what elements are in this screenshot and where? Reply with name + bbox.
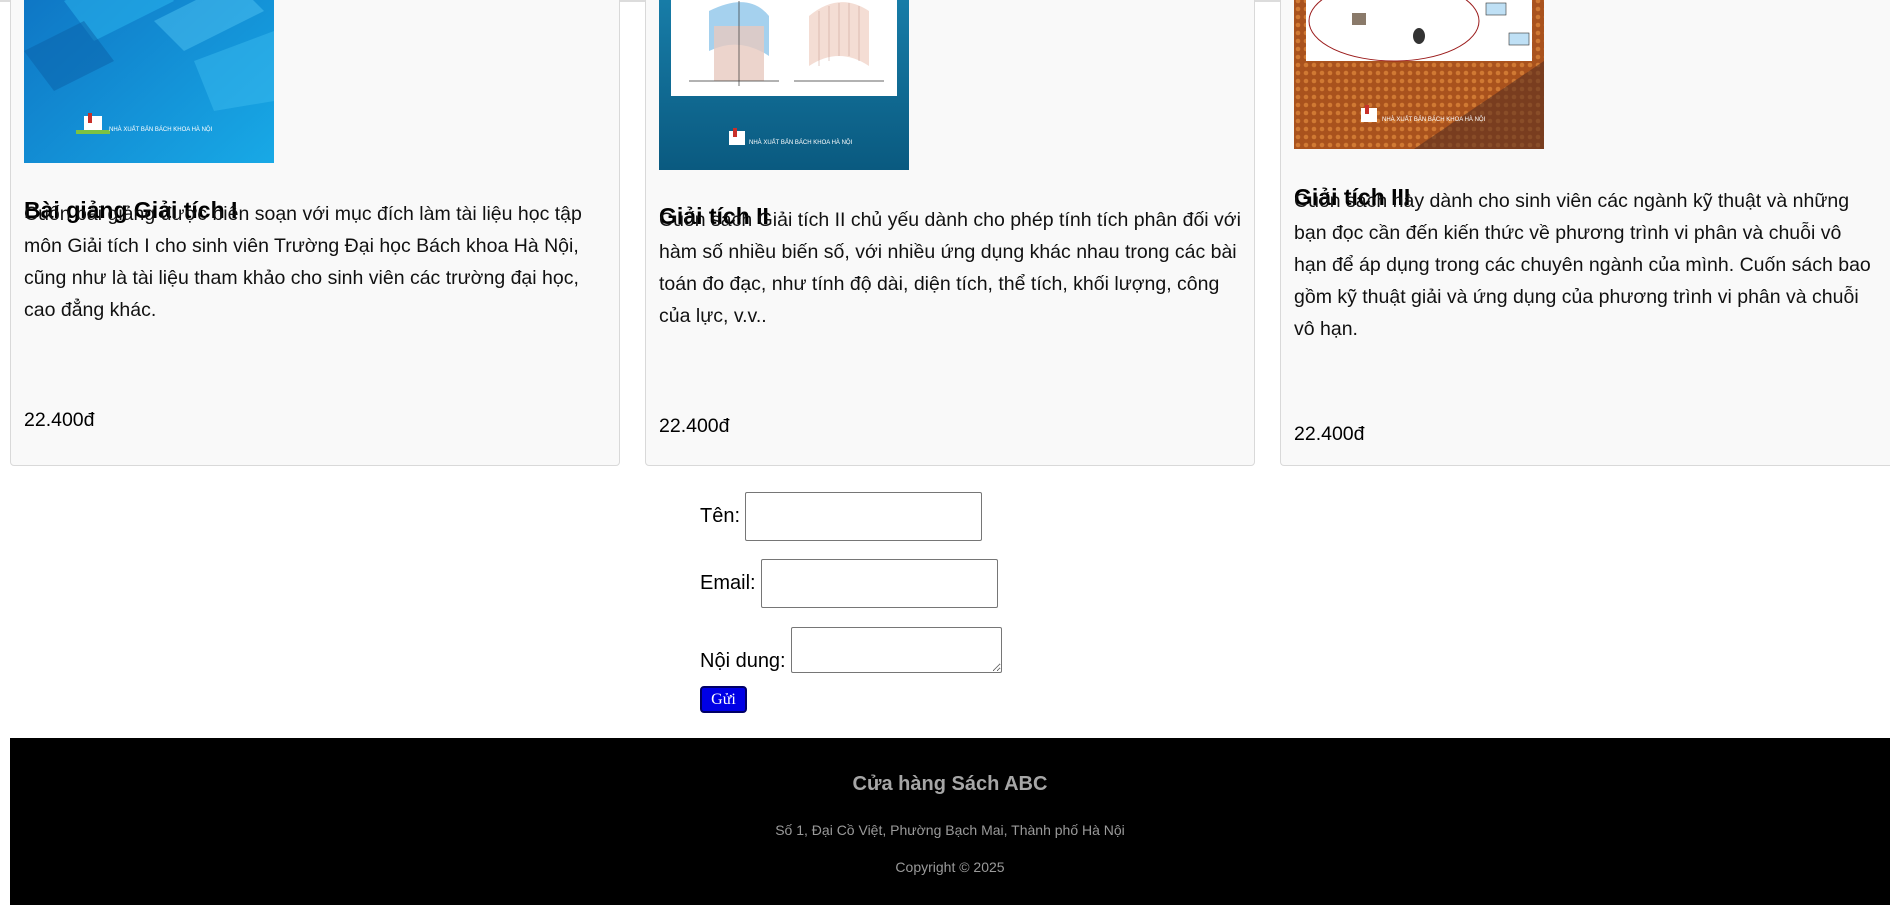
product-price: 22.400đ <box>1294 423 1365 445</box>
name-label: Tên: <box>700 505 741 527</box>
publisher-text: NHÀ XUẤT BẢN BÁCH KHOA HÀ NỘI <box>1382 116 1486 123</box>
footer-address: Số 1, Đại Cồ Việt, Phường Bạch Mai, Thàn… <box>775 822 1125 838</box>
footer-store-name: Cửa hàng Sách ABC <box>852 773 1048 795</box>
publisher-text: NHÀ XUẤT BẢN BÁCH KHOA HÀ NỘI <box>749 139 853 146</box>
product-card: NHÀ XUẤT BẢN BÁCH KHOA HÀ NỘI Bài giảng … <box>10 0 620 466</box>
product-card: NHÀ XUẤT BẢN BÁCH KHOA HÀ NỘI Giải tích … <box>645 0 1255 466</box>
product-description: Cuốn sách Giải tích II chủ yếu dành cho … <box>659 209 1241 327</box>
product-card: NHÀ XUẤT BẢN BÁCH KHOA HÀ NỘI Giải tích … <box>1280 0 1890 466</box>
name-input[interactable] <box>745 492 983 541</box>
email-input[interactable] <box>760 559 998 608</box>
email-label: Email: <box>700 572 756 594</box>
product-price: 22.400đ <box>659 415 730 437</box>
message-label: Nội dung: <box>700 650 786 672</box>
send-button[interactable]: Gửi <box>700 686 747 713</box>
site-footer: Cửa hàng Sách ABC Số 1, Đại Cồ Việt, Phư… <box>10 738 1890 905</box>
product-description: Cuốn sách này dành cho sinh viên các ngà… <box>1294 190 1871 340</box>
book-cover-image[interactable]: NHÀ XUẤT BẢN BÁCH KHOA HÀ NỘI <box>24 0 274 163</box>
book-cover-image[interactable]: NHÀ XUẤT BẢN BÁCH KHOA HÀ NỘI <box>1294 0 1544 149</box>
name-row: Tên: <box>700 492 983 541</box>
publisher-text: NHÀ XUẤT BẢN BÁCH KHOA HÀ NỘI <box>109 126 213 133</box>
product-list: NHÀ XUẤT BẢN BÁCH KHOA HÀ NỘI Bài giảng … <box>10 0 1890 467</box>
email-row: Email: <box>700 559 998 608</box>
message-row: Nội dung: <box>700 627 1002 673</box>
product-price: 22.400đ <box>24 409 95 431</box>
message-textarea[interactable] <box>790 627 1002 673</box>
product-description: Cuốn bài giảng được biên soạn với mục đí… <box>24 203 582 321</box>
footer-copyright: Copyright © 2025 <box>895 859 1005 875</box>
book-cover-image[interactable]: NHÀ XUẤT BẢN BÁCH KHOA HÀ NỘI <box>659 0 909 170</box>
